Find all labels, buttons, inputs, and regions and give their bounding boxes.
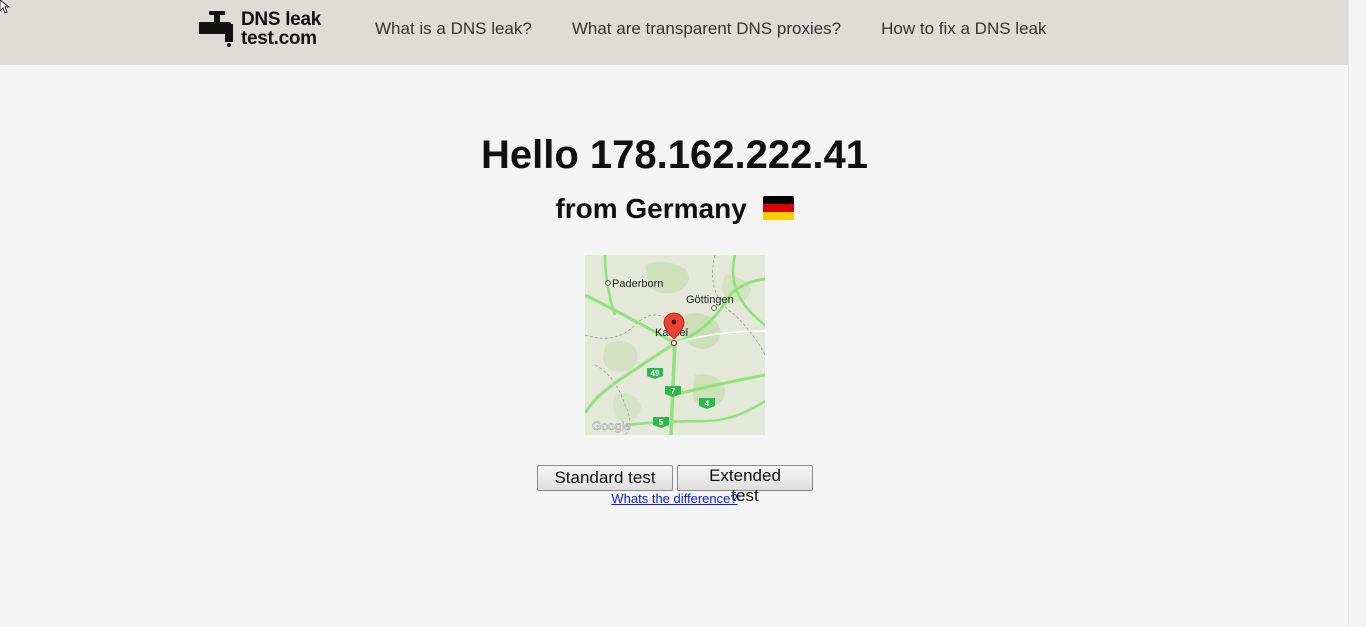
- mouse-cursor-icon: [0, 0, 11, 14]
- difference-link-wrapper: Whats the difference?: [0, 491, 1349, 506]
- road-label-49: 49: [651, 369, 660, 378]
- scrollbar[interactable]: [1348, 0, 1366, 627]
- location-text: from Germany: [555, 193, 747, 224]
- road-label-5: 5: [659, 418, 664, 427]
- nav-how-to-fix[interactable]: How to fix a DNS leak: [861, 19, 1066, 39]
- map-attribution: Google: [592, 419, 631, 433]
- main-nav: What is a DNS leak? What are transparent…: [355, 0, 1066, 58]
- flag-stripe-black: [762, 196, 794, 204]
- road-label-4: 4: [705, 399, 710, 408]
- header-bar: DNS leak test.com What is a DNS leak? Wh…: [0, 0, 1349, 65]
- road-label-7: 7: [671, 387, 676, 396]
- map-city-paderborn: Paderborn: [612, 278, 663, 290]
- logo-text: DNS leak test.com: [241, 10, 321, 48]
- whats-the-difference-link[interactable]: Whats the difference?: [611, 491, 737, 506]
- location-map[interactable]: Paderborn Göttingen Kassel 49 7 4 5 Goog…: [585, 255, 765, 435]
- greeting-heading: Hello 178.162.222.41: [481, 133, 868, 177]
- page: DNS leak test.com What is a DNS leak? Wh…: [0, 0, 1366, 627]
- faucet-icon: [199, 11, 233, 47]
- extended-test-button[interactable]: Extended test: [677, 465, 813, 505]
- nav-what-is-dns-leak[interactable]: What is a DNS leak?: [355, 19, 552, 39]
- logo-line-2: test.com: [241, 28, 317, 49]
- flag-stripe-red: [762, 204, 794, 212]
- map-city-gottingen: Göttingen: [686, 294, 734, 306]
- site-logo[interactable]: DNS leak test.com: [199, 8, 321, 50]
- standard-test-button[interactable]: Standard test: [537, 465, 673, 491]
- nav-transparent-dns-proxies[interactable]: What are transparent DNS proxies?: [552, 19, 861, 39]
- location-heading: from Germany: [0, 192, 1349, 226]
- logo-line-1: DNS leak: [241, 9, 321, 30]
- germany-flag-icon: [762, 196, 794, 220]
- flag-stripe-gold: [762, 212, 794, 220]
- test-buttons: Standard test Extended test: [537, 465, 813, 505]
